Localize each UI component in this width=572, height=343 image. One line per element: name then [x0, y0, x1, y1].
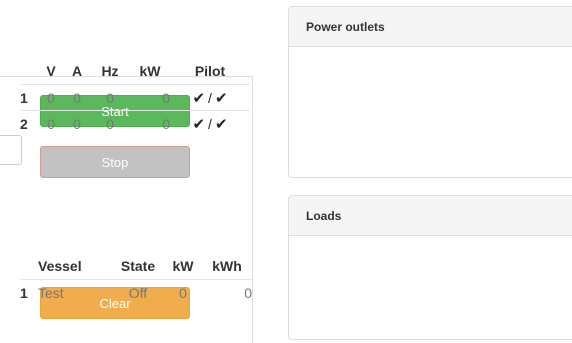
column-header-v: V — [46, 63, 56, 79]
load-state: Off — [112, 279, 164, 305]
check-icon: ✔ — [214, 114, 228, 133]
load-vessel: Test — [38, 279, 112, 305]
page: Start Stop Clear Power outlets V A Hz kW… — [0, 0, 572, 343]
table-row: 2 0 0 0 0 ✔ / ✔ — [20, 110, 250, 136]
column-header-hz: Hz — [101, 63, 119, 79]
load-power: 0 — [164, 279, 202, 305]
column-header-kw: kW — [172, 258, 194, 274]
check-icon: ✔ — [192, 114, 206, 133]
outlet-pilot: ✔ / ✔ — [170, 84, 250, 111]
check-icon: ✔ — [192, 88, 206, 107]
outlet-voltage: 0 — [38, 84, 64, 111]
column-header-vessel: Vessel — [38, 258, 82, 274]
outlet-current: 0 — [64, 110, 90, 136]
table-row: 1 0 0 0 0 ✔ / ✔ — [20, 84, 250, 111]
column-header-kwh: kWh — [212, 258, 242, 274]
column-header-pilot: Pilot — [194, 63, 226, 79]
load-id: 1 — [20, 279, 38, 305]
outlet-power: 0 — [130, 110, 170, 136]
power-outlets-title: Power outlets — [289, 7, 572, 47]
column-header-id — [20, 253, 38, 280]
outlet-frequency: 0 — [90, 84, 130, 111]
outlet-voltage: 0 — [38, 110, 64, 136]
column-header-kw: kW — [139, 63, 161, 79]
power-outlets-panel: Power outlets — [288, 6, 572, 178]
outlet-power: 0 — [130, 84, 170, 111]
outlet-frequency: 0 — [90, 110, 130, 136]
table-row: 1 Test Off 0 0 — [20, 279, 252, 305]
outlet-id: 1 — [20, 84, 38, 111]
text-input[interactable] — [0, 135, 22, 165]
check-icon: ✔ — [214, 88, 228, 107]
load-energy: 0 — [202, 279, 252, 305]
outlet-pilot: ✔ / ✔ — [170, 110, 250, 136]
column-header-id — [20, 58, 38, 85]
table-header-row: Vessel State kW kWh — [20, 253, 252, 280]
loads-title: Loads — [289, 196, 572, 236]
pilot-separator: / — [208, 115, 212, 132]
column-header-state: State — [120, 258, 156, 274]
stop-button[interactable]: Stop — [40, 146, 190, 178]
outlet-current: 0 — [64, 84, 90, 111]
pilot-separator: / — [208, 89, 212, 106]
power-outlets-table: V A Hz kW Pilot 1 0 0 0 0 ✔ / ✔ 2 0 0 0 … — [20, 58, 250, 136]
table-header-row: V A Hz kW Pilot — [20, 58, 250, 85]
column-header-a: A — [71, 63, 83, 79]
loads-panel: Loads — [288, 195, 572, 340]
loads-table: Vessel State kW kWh 1 Test Off 0 0 — [20, 253, 252, 305]
outlet-id: 2 — [20, 110, 38, 136]
